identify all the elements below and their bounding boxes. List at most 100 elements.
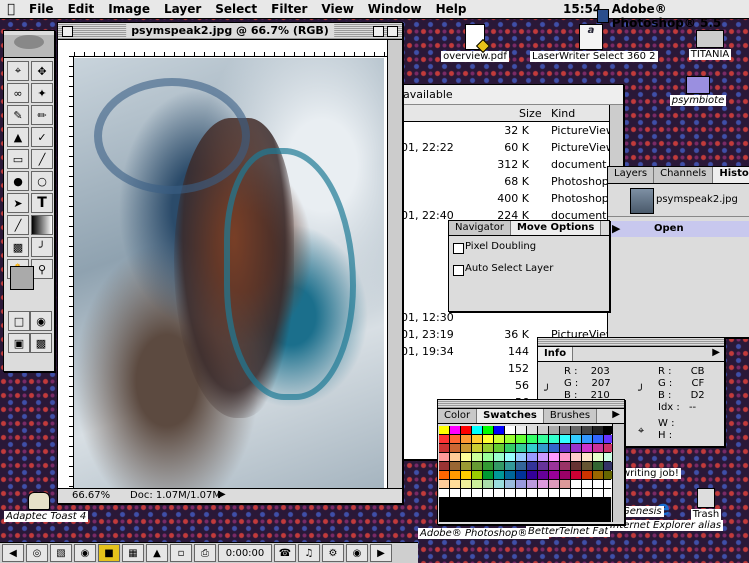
column-kind[interactable]: Kind xyxy=(551,107,575,120)
swatches-palette[interactable]: Color Swatches Brushes ▶ xyxy=(437,399,625,525)
swatch-cell[interactable] xyxy=(439,489,449,497)
finder-file-row[interactable]: 312 K document xyxy=(399,156,609,173)
swatch-cell[interactable] xyxy=(461,444,471,452)
swatch-cell[interactable] xyxy=(516,444,526,452)
swatch-cell[interactable] xyxy=(549,444,559,452)
collapse-box-icon[interactable] xyxy=(387,26,398,37)
swatch-cell[interactable] xyxy=(593,453,603,461)
paint-bucket-tool-icon[interactable]: ▩ xyxy=(7,237,29,257)
swatch-cell[interactable] xyxy=(505,435,515,443)
swatch-cell[interactable] xyxy=(472,435,482,443)
swatch-cell[interactable] xyxy=(516,426,526,434)
strip-cd-icon[interactable]: ◉ xyxy=(74,544,96,562)
swatch-cell[interactable] xyxy=(483,426,493,434)
swatch-cell[interactable] xyxy=(505,480,515,488)
swatch-cell[interactable] xyxy=(450,462,460,470)
swatch-cell[interactable] xyxy=(549,480,559,488)
swatch-cell[interactable] xyxy=(527,462,537,470)
swatch-cell[interactable] xyxy=(593,471,603,479)
swatch-cell[interactable] xyxy=(560,462,570,470)
blur-tool-icon[interactable]: ● xyxy=(7,171,29,191)
full-screen-mode-icon[interactable]: ▩ xyxy=(30,333,52,353)
palette-menu-arrow-icon[interactable]: ▶ xyxy=(712,347,720,358)
swatch-cell[interactable] xyxy=(538,471,548,479)
tab-history[interactable]: History xyxy=(713,167,749,183)
swatch-cell[interactable] xyxy=(549,462,559,470)
swatch-cell[interactable] xyxy=(472,480,482,488)
swatch-cell[interactable] xyxy=(571,480,581,488)
document-canvas-image[interactable] xyxy=(74,58,384,488)
swatch-cell[interactable] xyxy=(450,444,460,452)
status-arrow-icon[interactable]: ▶ xyxy=(218,489,226,500)
swatch-cell[interactable] xyxy=(461,480,471,488)
swatch-cell[interactable] xyxy=(516,462,526,470)
swatches-scrollbar[interactable] xyxy=(612,424,624,522)
zoom-tool-icon[interactable]: ⚲ xyxy=(31,259,53,279)
strip-appletalk-icon[interactable]: ▧ xyxy=(50,544,72,562)
measure-tool-icon[interactable]: ╱ xyxy=(7,215,29,235)
history-brush-tool-icon[interactable]: ✓ xyxy=(31,127,53,147)
swatch-cell[interactable] xyxy=(582,435,592,443)
swatch-cell[interactable] xyxy=(494,489,504,497)
swatch-cell[interactable] xyxy=(593,462,603,470)
swatch-cell[interactable] xyxy=(472,462,482,470)
swatch-cell[interactable] xyxy=(439,453,449,461)
swatch-cell[interactable] xyxy=(505,462,515,470)
swatch-cell[interactable] xyxy=(527,435,537,443)
swatch-cell[interactable] xyxy=(538,444,548,452)
strip-file-sharing-icon[interactable]: ▦ xyxy=(122,544,144,562)
swatch-cell[interactable] xyxy=(439,444,449,452)
desktop-icon-trash[interactable]: Trash xyxy=(684,488,728,520)
swatch-cell[interactable] xyxy=(439,435,449,443)
swatch-cell[interactable] xyxy=(472,453,482,461)
swatch-cell[interactable] xyxy=(571,453,581,461)
finder-file-row[interactable]: 400 K Photoshop® xyxy=(399,190,620,207)
desktop-icon-titania[interactable]: TITANIA xyxy=(680,30,740,60)
swatch-cell[interactable] xyxy=(516,453,526,461)
swatch-cell[interactable] xyxy=(483,489,493,497)
standard-screen-mode-icon[interactable]: ▣ xyxy=(8,333,30,353)
move-tool-icon[interactable]: ✥ xyxy=(31,61,53,81)
menu-image[interactable]: Image xyxy=(101,2,157,16)
lasso-tool-icon[interactable]: ∞ xyxy=(7,83,29,103)
desktop-icon-genesis[interactable]: Genesis xyxy=(620,506,664,517)
document-size[interactable]: Doc: 1.07M/1.07M xyxy=(130,490,221,501)
tab-swatches[interactable]: Swatches xyxy=(477,409,544,423)
swatch-cell[interactable] xyxy=(549,489,559,497)
swatch-cell[interactable] xyxy=(560,444,570,452)
finder-file-row[interactable]: 32 K PictureViewe xyxy=(399,122,621,139)
swatch-cell[interactable] xyxy=(439,462,449,470)
gradient-tool-icon[interactable] xyxy=(31,215,53,235)
zoom-level[interactable]: 66.67% xyxy=(72,490,110,501)
desktop-icon-photoshop[interactable]: Adobe® Photoshop® 5.5 xyxy=(418,500,549,539)
strip-remote-access-icon[interactable]: ☎ xyxy=(274,544,296,562)
menu-edit[interactable]: Edit xyxy=(61,2,102,16)
swatch-cell[interactable] xyxy=(593,444,603,452)
swatch-cell[interactable] xyxy=(439,480,449,488)
magic-wand-tool-icon[interactable]: ✦ xyxy=(31,83,53,103)
tab-move-options[interactable]: Move Options xyxy=(510,221,602,235)
strip-monitor-icon[interactable]: ▫ xyxy=(170,544,192,562)
menu-layer[interactable]: Layer xyxy=(157,2,208,16)
dodge-tool-icon[interactable]: ○ xyxy=(31,171,53,191)
strip-location-icon[interactable]: ▲ xyxy=(146,544,168,562)
swatch-cell[interactable] xyxy=(472,471,482,479)
document-title-bar[interactable]: psymspeak2.jpg @ 66.7% (RGB) xyxy=(58,23,402,40)
swatch-cell[interactable] xyxy=(538,426,548,434)
swatch-cell[interactable] xyxy=(483,444,493,452)
swatch-cell[interactable] xyxy=(582,444,592,452)
swatch-cell[interactable] xyxy=(461,435,471,443)
swatch-cell[interactable] xyxy=(560,426,570,434)
swatch-cell[interactable] xyxy=(483,453,493,461)
swatch-cell[interactable] xyxy=(571,444,581,452)
swatch-cell[interactable] xyxy=(582,489,592,497)
swatch-cell[interactable] xyxy=(461,462,471,470)
swatch-cell[interactable] xyxy=(516,480,526,488)
swatch-cell[interactable] xyxy=(582,480,592,488)
rubber-stamp-tool-icon[interactable]: ▲ xyxy=(7,127,29,147)
document-vertical-scrollbar[interactable] xyxy=(387,40,402,489)
tab-navigator[interactable]: Navigator xyxy=(449,221,511,235)
swatch-cell[interactable] xyxy=(461,453,471,461)
swatch-cell[interactable] xyxy=(472,426,482,434)
palette-menu-arrow-icon[interactable]: ▶ xyxy=(612,409,620,420)
